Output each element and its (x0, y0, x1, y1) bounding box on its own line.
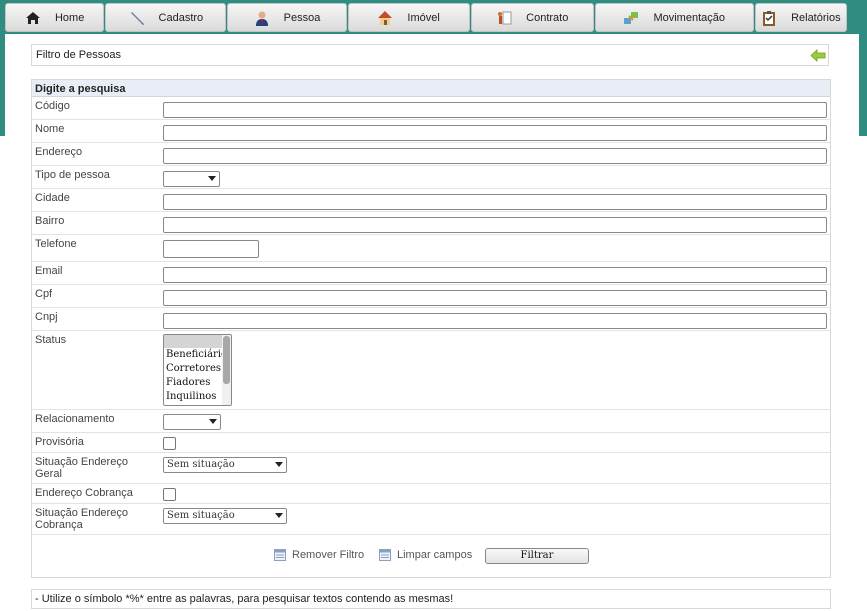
menu-home[interactable]: Home (5, 3, 105, 32)
telefone-input[interactable] (163, 240, 259, 258)
label-relacionamento: Relacionamento (35, 413, 115, 425)
status-scrollbar[interactable] (222, 335, 231, 405)
label-nome: Nome (35, 123, 65, 135)
row-relacionamento: Relacionamento (32, 410, 830, 433)
document-icon (274, 549, 286, 561)
situacao-endereco-geral-selected: Sem situação (167, 459, 235, 470)
nome-input[interactable] (163, 125, 827, 141)
cnpj-input[interactable] (163, 313, 827, 329)
menu-relatorios-label: Relatórios (791, 11, 841, 24)
label-cnpj: Cnpj (35, 311, 58, 323)
row-codigo: Código (32, 97, 830, 120)
filtrar-button[interactable]: Filtrar (485, 548, 589, 564)
chevron-down-icon (275, 513, 283, 518)
house-icon (378, 10, 393, 25)
label-provisoria: Provisória (35, 436, 84, 448)
menu-movimentacao-label: Movimentação (653, 11, 725, 24)
row-endereco: Endereço (32, 143, 830, 166)
limpar-campos-link[interactable]: Limpar campos (379, 549, 472, 561)
label-tipo-pessoa: Tipo de pessoa (35, 169, 110, 181)
status-option[interactable]: Beneficiário (164, 348, 231, 362)
status-option-blank[interactable] (164, 335, 231, 348)
search-hint: - Utilize o símbolo *%* entre as palavra… (31, 589, 831, 609)
row-tipo-pessoa: Tipo de pessoa (32, 166, 830, 189)
remover-filtro-link[interactable]: Remover Filtro (274, 549, 364, 561)
menu-imovel-label: Imóvel (407, 11, 440, 24)
status-option[interactable]: Fiadores (164, 376, 231, 390)
main-menu: Home Cadastro Pessoa Imóvel Contrato Mov… (5, 3, 847, 33)
situacao-endereco-cobranca-select[interactable]: Sem situação (163, 508, 287, 524)
endereco-cobranca-checkbox[interactable] (163, 488, 176, 501)
status-option[interactable]: Inquilinos (164, 390, 231, 404)
label-status: Status (35, 334, 67, 346)
label-email: Email (35, 265, 63, 277)
menu-contrato-label: Contrato (526, 11, 569, 24)
label-codigo: Código (35, 100, 70, 112)
label-telefone: Telefone (35, 238, 77, 250)
row-provisoria: Provisória (32, 433, 830, 453)
row-situacao-endereco-cobranca: Situação Endereço Cobrança Sem situação (32, 504, 830, 535)
menu-pessoa[interactable]: Pessoa (227, 3, 347, 32)
row-email: Email (32, 262, 830, 285)
back-arrow-icon[interactable] (810, 48, 826, 63)
label-cpf: Cpf (35, 288, 53, 300)
row-status: Status Beneficiário Corretores Fiadores … (32, 331, 830, 410)
endereco-input[interactable] (163, 148, 827, 164)
menu-pessoa-label: Pessoa (283, 11, 321, 24)
person-icon (255, 11, 268, 26)
remover-filtro-label: Remover Filtro (292, 549, 365, 561)
limpar-campos-label: Limpar campos (397, 549, 473, 561)
status-scrollbar-thumb[interactable] (223, 336, 230, 384)
codigo-input[interactable] (163, 102, 827, 118)
form-heading: Digite a pesquisa (32, 80, 830, 97)
pencil-icon (130, 11, 144, 25)
page-title: Filtro de Pessoas (36, 49, 121, 61)
provisoria-checkbox[interactable] (163, 437, 176, 450)
menu-cadastro-label: Cadastro (158, 11, 204, 24)
email-input[interactable] (163, 267, 827, 283)
row-endereco-cobranca: Endereço Cobrança (32, 484, 830, 504)
menu-imovel[interactable]: Imóvel (347, 3, 470, 32)
label-endereco: Endereço (35, 146, 83, 158)
contract-icon (498, 11, 512, 24)
menu-cadastro[interactable]: Cadastro (105, 3, 227, 32)
chevron-down-icon (275, 462, 283, 467)
row-cnpj: Cnpj (32, 308, 830, 331)
filter-title-box: Filtro de Pessoas (31, 44, 829, 66)
cidade-input[interactable] (163, 194, 827, 210)
tipo-pessoa-select[interactable] (163, 171, 220, 187)
menu-home-label: Home (54, 11, 85, 24)
menu-movimentacao[interactable]: Movimentação (594, 3, 754, 32)
label-situacao-endereco-cobranca: Situação Endereço Cobrança (35, 507, 128, 531)
form-actions: Remover Filtro Limpar campos Filtrar (32, 535, 830, 577)
clipboard-icon (763, 10, 776, 26)
chevron-down-icon (209, 419, 217, 424)
cpf-input[interactable] (163, 290, 827, 306)
search-form: Digite a pesquisa Código Nome Endereço T… (31, 79, 831, 578)
label-endereco-cobranca: Endereço Cobrança (35, 487, 133, 499)
label-cidade: Cidade (35, 192, 70, 204)
home-icon (25, 11, 40, 24)
row-bairro: Bairro (32, 212, 830, 235)
row-situacao-endereco-geral: Situação Endereço Geral Sem situação (32, 453, 830, 484)
relacionamento-select[interactable] (163, 414, 221, 430)
label-situacao-endereco-geral: Situação Endereço Geral (35, 456, 128, 480)
transfer-icon (624, 11, 639, 24)
menu-relatorios[interactable]: Relatórios (754, 3, 847, 32)
situacao-endereco-cobranca-selected: Sem situação (167, 510, 235, 521)
status-listbox[interactable]: Beneficiário Corretores Fiadores Inquili… (163, 334, 232, 406)
document-icon (379, 549, 391, 561)
situacao-endereco-geral-select[interactable]: Sem situação (163, 457, 287, 473)
row-nome: Nome (32, 120, 830, 143)
status-option[interactable]: Corretores (164, 362, 231, 376)
chevron-down-icon (208, 176, 216, 181)
row-telefone: Telefone (32, 235, 830, 262)
row-cpf: Cpf (32, 285, 830, 308)
menu-contrato[interactable]: Contrato (470, 3, 594, 32)
row-cidade: Cidade (32, 189, 830, 212)
bairro-input[interactable] (163, 217, 827, 233)
label-bairro: Bairro (35, 215, 65, 227)
